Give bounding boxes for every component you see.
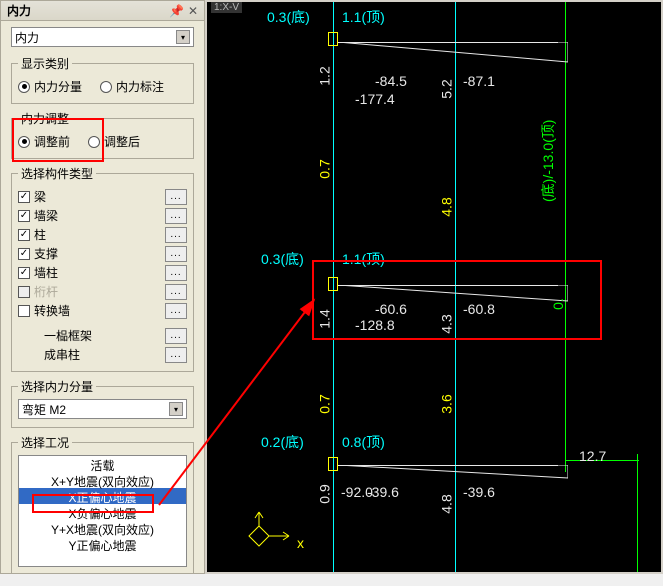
- section3-right-axial: 4.8: [440, 494, 454, 513]
- loadcase-item[interactable]: X正偏心地震: [19, 488, 186, 504]
- section2-right-axial: 4.3: [440, 314, 454, 333]
- checkbox-member: [18, 286, 30, 298]
- radio-adjust-before-label: 调整前: [34, 133, 70, 150]
- section3-left-v: 0.7: [318, 394, 332, 413]
- radio-display-annotation[interactable]: [100, 81, 112, 93]
- display-type-group: 显示类别 内力分量 内力标注: [11, 55, 194, 104]
- member-label: 转换墙: [34, 302, 70, 319]
- member-label: 墙柱: [34, 264, 58, 281]
- section3-top-label: 0.8(顶): [342, 435, 385, 449]
- member-label: 桁杆: [34, 283, 58, 300]
- drawing-viewport[interactable]: 1:X-V 0.3(底) 1.1(顶) 1.2 5.2 -84.5 -87.1 …: [205, 0, 663, 574]
- axis-x-label: x: [297, 536, 304, 550]
- loadcase-group: 选择工况 活载X+Y地震(双向效应)X正偏心地震X负偏心地震Y+X地震(双向效应…: [11, 434, 194, 574]
- node-marker-icon: [328, 457, 338, 471]
- radio-adjust-after[interactable]: [88, 136, 100, 148]
- member-type-legend: 选择构件类型: [18, 165, 96, 182]
- loadcase-listbox[interactable]: 活载X+Y地震(双向效应)X正偏心地震X负偏心地震Y+X地震(双向效应)Y正偏心…: [18, 455, 187, 567]
- section2-left-axial: 1.4: [318, 309, 332, 328]
- sidebar-panel: 内力 📌 ✕ 内力 ▾ 显示类别 内力分量 内力标注 内力调整 调整前: [0, 0, 205, 574]
- extra-column-button[interactable]: ...: [165, 347, 187, 363]
- member-options-button[interactable]: ...: [165, 189, 187, 205]
- section2-m-total: -128.8: [355, 318, 395, 332]
- member-options-button[interactable]: ...: [165, 227, 187, 243]
- section1-right-axial: 5.2: [440, 79, 454, 98]
- member-options-button[interactable]: ...: [165, 208, 187, 224]
- section2-bottom-label: 0.3(底): [261, 252, 304, 266]
- viewport-tab: 1:X-V: [211, 2, 242, 13]
- section1-m-total: -177.4: [355, 92, 395, 106]
- section3-m-right: -39.6: [463, 485, 495, 499]
- loadcase-legend: 选择工况: [18, 434, 72, 451]
- checkbox-member[interactable]: [18, 248, 30, 260]
- checkbox-member[interactable]: [18, 305, 30, 317]
- section1-m-right: -87.1: [463, 74, 495, 88]
- section2-top-right: 0.: [551, 298, 565, 310]
- section1-top-label: 1.1(顶): [342, 10, 385, 24]
- axis-triad-icon: [239, 506, 299, 556]
- loadcase-item[interactable]: X负偏心地震: [19, 504, 186, 520]
- component-legend: 选择内力分量: [18, 378, 96, 395]
- section2-m-left: -60.6: [375, 302, 407, 316]
- chevron-down-icon[interactable]: ▾: [169, 402, 183, 416]
- section2-right-v: 3.6: [440, 394, 454, 413]
- wall-line: [637, 454, 638, 574]
- member-label: 支撑: [34, 245, 58, 262]
- section2-top-annot: (底)/-13.0(顶): [541, 120, 555, 202]
- node-marker-icon: [328, 277, 338, 291]
- section3-m-total: -92.0: [341, 485, 373, 499]
- main-dropdown-value: 内力: [15, 29, 39, 46]
- component-dropdown[interactable]: 弯矩 M2 ▾: [18, 399, 187, 419]
- section1-m-left: -84.5: [375, 74, 407, 88]
- checkbox-member[interactable]: [18, 267, 30, 279]
- member-label: 柱: [34, 226, 46, 243]
- component-dropdown-value: 弯矩 M2: [22, 401, 66, 418]
- member-options-button[interactable]: ...: [165, 265, 187, 281]
- moment-envelope-icon: [338, 285, 568, 315]
- adjust-legend: 内力调整: [18, 110, 72, 127]
- radio-display-component[interactable]: [18, 81, 30, 93]
- extra-frame-label: 一榀框架: [18, 327, 92, 344]
- member-options-button[interactable]: ...: [165, 303, 187, 319]
- loadcase-item[interactable]: X+Y地震(双向效应): [19, 472, 186, 488]
- extra-column-label: 成串柱: [18, 346, 80, 363]
- section1-bottom-label: 0.3(底): [267, 10, 310, 24]
- member-type-group: 选择构件类型 梁... 墙梁... 柱... 支撑... 墙柱... 桁杆... 转换墙..…: [11, 165, 194, 372]
- section1-left-axial: 1.2: [318, 66, 332, 85]
- main-dropdown[interactable]: 内力 ▾: [11, 27, 194, 47]
- loadcase-item[interactable]: Y正偏心地震: [19, 536, 186, 552]
- section2-right-mid: 4.8: [440, 197, 454, 216]
- radio-display-annotation-label: 内力标注: [116, 78, 164, 95]
- section3-bottom-label: 0.2(底): [261, 435, 304, 449]
- component-group: 选择内力分量 弯矩 M2 ▾: [11, 378, 194, 428]
- display-type-legend: 显示类别: [18, 55, 72, 72]
- moment-envelope-icon: [338, 42, 568, 78]
- pin-icon[interactable]: 📌: [169, 4, 184, 18]
- loadcase-item[interactable]: 活载: [19, 456, 186, 472]
- adjust-group: 内力调整 调整前 调整后: [11, 110, 194, 159]
- section3-left-axial: 0.9: [318, 484, 332, 503]
- panel-title: 内力: [7, 2, 31, 19]
- node-marker-icon: [328, 32, 338, 46]
- close-icon[interactable]: ✕: [188, 4, 198, 18]
- radio-display-component-label: 内力分量: [34, 78, 82, 95]
- loadcase-item[interactable]: Y+X地震(双向效应): [19, 520, 186, 536]
- section2-left-v: 0.7: [318, 159, 332, 178]
- radio-adjust-before[interactable]: [18, 136, 30, 148]
- extra-frame-button[interactable]: ...: [165, 328, 187, 344]
- section3-far-right: 12.7: [579, 449, 606, 463]
- panel-titlebar: 内力 📌 ✕: [1, 1, 204, 21]
- member-label: 梁: [34, 188, 46, 205]
- checkbox-member[interactable]: [18, 191, 30, 203]
- chevron-down-icon[interactable]: ▾: [176, 30, 190, 44]
- checkbox-member[interactable]: [18, 210, 30, 222]
- checkbox-member[interactable]: [18, 229, 30, 241]
- member-label: 墙梁: [34, 207, 58, 224]
- section2-m-right: -60.8: [463, 302, 495, 316]
- radio-adjust-after-label: 调整后: [104, 133, 140, 150]
- section2-top-label: 1.1(顶): [342, 252, 385, 266]
- member-options-button[interactable]: ...: [165, 284, 187, 300]
- member-options-button[interactable]: ...: [165, 246, 187, 262]
